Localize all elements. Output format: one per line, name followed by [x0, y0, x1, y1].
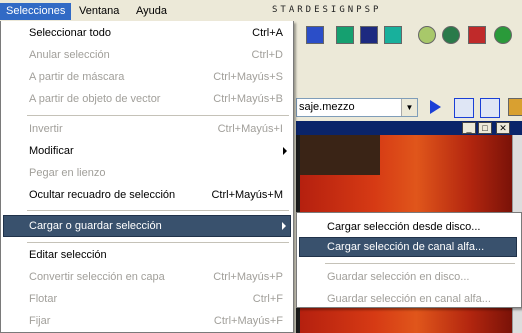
image-combo-value: saje.mezzo	[299, 101, 355, 113]
close-icon[interactable]: ✕	[496, 122, 510, 134]
toolbar-top	[300, 24, 522, 50]
menu-item-shortcut: Ctrl+Mayús+I	[217, 123, 283, 135]
menu-item-invertir[interactable]: Invertir Ctrl+Mayús+I	[3, 118, 291, 140]
menu-item-label: Fijar	[29, 315, 51, 327]
menu-item-modificar[interactable]: Modificar	[3, 140, 291, 162]
menu-separator	[27, 210, 289, 211]
maximize-icon[interactable]: □	[478, 122, 492, 134]
menu-item-label: Modificar	[29, 145, 74, 157]
menu-separator	[325, 263, 515, 264]
menu-item-label: Pegar en lienzo	[29, 167, 106, 179]
cargar-guardar-submenu: Cargar selección desde disco... Cargar s…	[296, 212, 522, 308]
play-icon[interactable]	[430, 100, 441, 114]
menu-item-a-partir-de-mascara[interactable]: A partir de máscara Ctrl+Mayús+S	[3, 66, 291, 88]
menu-separator	[27, 242, 289, 243]
menu-item-anular-seleccion[interactable]: Anular selección Ctrl+D	[3, 44, 291, 66]
submenu-arrow-icon	[283, 147, 287, 155]
menu-item-ocultar-recuadro[interactable]: Ocultar recuadro de selección Ctrl+Mayús…	[3, 184, 291, 206]
menu-item-label: Anular selección	[29, 49, 110, 61]
script-icon[interactable]	[454, 98, 474, 118]
chevron-down-icon[interactable]: ▼	[401, 99, 417, 116]
menu-item-a-partir-de-objeto-de-vector[interactable]: A partir de objeto de vector Ctrl+Mayús+…	[3, 88, 291, 110]
effect-icon[interactable]	[336, 26, 354, 44]
menu-item-flotar[interactable]: Flotar Ctrl+F	[3, 288, 291, 310]
menu-item-label: Convertir selección en capa	[29, 271, 165, 283]
menu-ayuda[interactable]: Ayuda	[130, 3, 173, 20]
submenu-item-label: Cargar selección desde disco...	[327, 221, 481, 233]
toolbar-image: saje.mezzo ▼	[296, 96, 522, 122]
submenu-item-guardar-en-disco[interactable]: Guardar selección en disco...	[299, 267, 517, 287]
menu-selecciones[interactable]: Selecciones	[0, 3, 72, 20]
menu-item-label: Invertir	[29, 123, 63, 135]
menu-item-shortcut: Ctrl+Mayús+P	[213, 271, 283, 283]
menu-item-label: Editar selección	[29, 249, 107, 261]
submenu-arrow-icon	[282, 222, 286, 230]
tube-icon[interactable]	[468, 26, 486, 44]
stamp-icon[interactable]	[508, 98, 522, 116]
grid-icon[interactable]	[480, 98, 500, 118]
menubar: Selecciones Ventana Ayuda STARDESIGNPSP	[0, 0, 522, 22]
image-combo[interactable]: saje.mezzo ▼	[296, 98, 418, 117]
submenu-item-label: Cargar selección de canal alfa...	[327, 241, 485, 253]
palette-icon[interactable]	[418, 26, 436, 44]
menu-item-shortcut: Ctrl+Mayús+B	[213, 93, 283, 105]
menu-item-label: Seleccionar todo	[29, 27, 111, 39]
menu-item-shortcut: Ctrl+A	[252, 27, 283, 39]
menu-item-fijar[interactable]: Fijar Ctrl+Mayús+F	[3, 310, 291, 332]
menu-item-label: A partir de objeto de vector	[29, 93, 161, 105]
menu-separator	[27, 115, 289, 116]
brand-title: STARDESIGNPSP	[272, 5, 382, 15]
menu-item-label: Ocultar recuadro de selección	[29, 189, 176, 201]
menu-item-cargar-o-guardar-seleccion[interactable]: Cargar o guardar selección	[3, 215, 291, 237]
globe-icon[interactable]	[442, 26, 460, 44]
selecciones-menu: Seleccionar todo Ctrl+A Anular selección…	[0, 21, 294, 333]
menu-item-shortcut: Ctrl+D	[251, 49, 283, 61]
mask-icon[interactable]	[384, 26, 402, 44]
menu-item-seleccionar-todo[interactable]: Seleccionar todo Ctrl+A	[3, 22, 291, 44]
image-window-titlebar[interactable]: _ □ ✕	[296, 121, 522, 135]
menu-item-convertir-seleccion-en-capa[interactable]: Convertir selección en capa Ctrl+Mayús+P	[3, 266, 291, 288]
minimize-icon[interactable]: _	[462, 122, 476, 134]
menu-item-shortcut: Ctrl+Mayús+M	[211, 189, 283, 201]
submenu-item-label: Guardar selección en canal alfa...	[327, 293, 491, 305]
layer-icon[interactable]	[306, 26, 324, 44]
menu-item-editar-seleccion[interactable]: Editar selección	[3, 244, 291, 266]
menu-item-shortcut: Ctrl+Mayús+F	[213, 315, 283, 327]
menu-item-label: Flotar	[29, 293, 58, 305]
submenu-item-label: Guardar selección en disco...	[327, 271, 470, 283]
submenu-item-cargar-desde-disco[interactable]: Cargar selección desde disco...	[299, 217, 517, 237]
menu-item-shortcut: Ctrl+Mayús+S	[213, 71, 283, 83]
brush-icon[interactable]	[494, 26, 512, 44]
canvas-shadow	[300, 135, 380, 175]
menu-item-shortcut: Ctrl+F	[252, 293, 283, 305]
submenu-item-cargar-de-canal-alfa[interactable]: Cargar selección de canal alfa...	[299, 237, 517, 257]
submenu-item-guardar-en-canal-alfa[interactable]: Guardar selección en canal alfa...	[299, 289, 517, 309]
menu-item-label: Cargar o guardar selección	[29, 220, 162, 232]
menu-item-label: A partir de máscara	[29, 71, 125, 83]
menu-item-pegar-en-lienzo[interactable]: Pegar en lienzo	[3, 162, 291, 184]
blend-icon[interactable]	[360, 26, 378, 44]
menu-ventana[interactable]: Ventana	[73, 3, 125, 20]
